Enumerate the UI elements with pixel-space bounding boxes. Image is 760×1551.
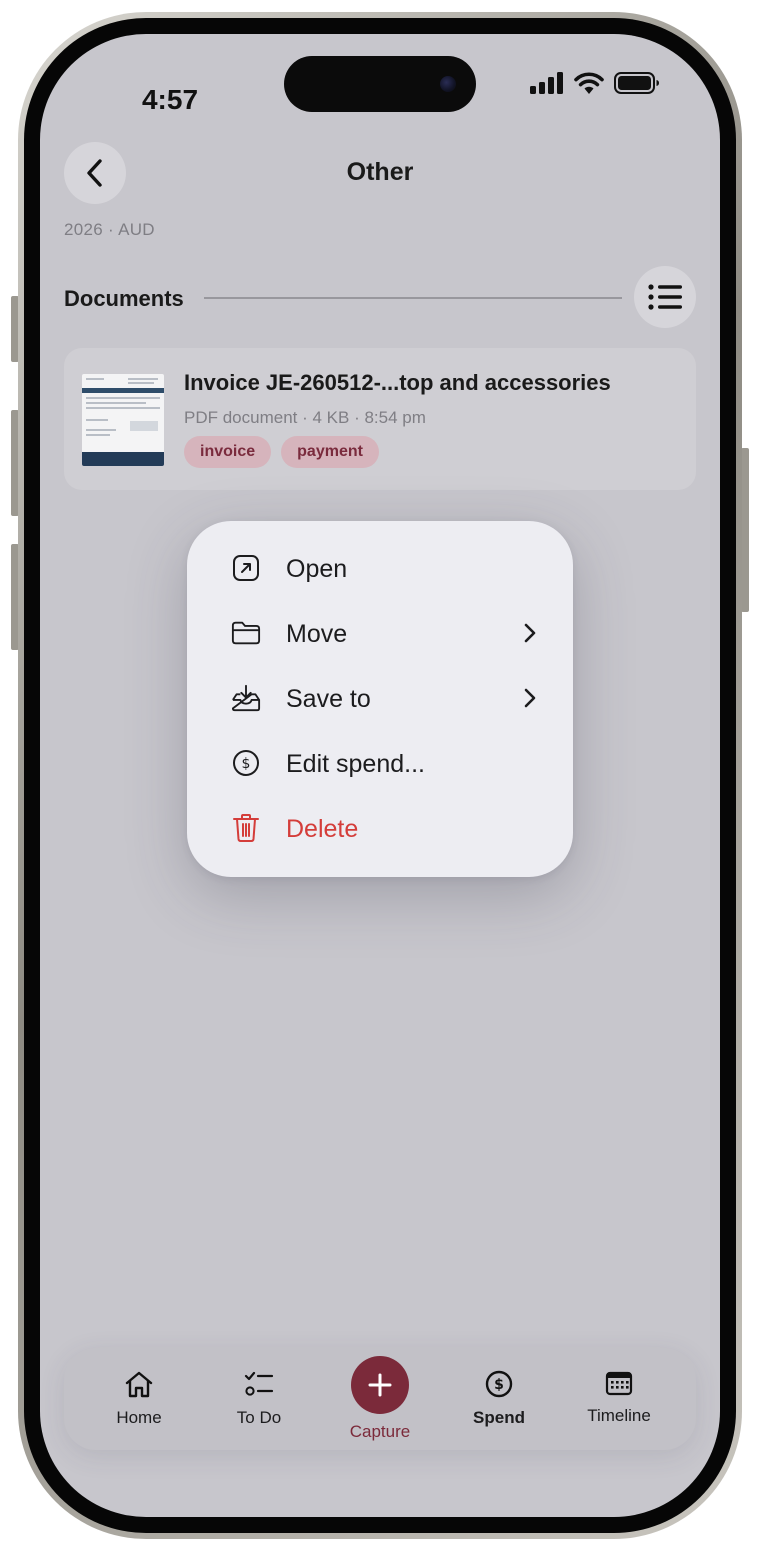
tab-label: Timeline bbox=[587, 1406, 651, 1425]
camera-icon bbox=[440, 76, 456, 92]
calendar-icon bbox=[605, 1371, 633, 1396]
document-tags: invoice payment bbox=[184, 436, 379, 468]
signal-icon bbox=[530, 72, 563, 94]
svg-text:$: $ bbox=[494, 1377, 504, 1393]
menu-item-label: Edit spend... bbox=[286, 750, 425, 778]
trash-icon bbox=[231, 813, 261, 843]
section-divider bbox=[204, 297, 622, 299]
menu-item-move[interactable]: Move bbox=[187, 602, 573, 664]
capture-label: Capture bbox=[349, 1422, 411, 1441]
home-indicator[interactable] bbox=[245, 1492, 515, 1498]
wifi-icon bbox=[574, 72, 604, 94]
tag-payment[interactable]: payment bbox=[281, 436, 379, 468]
tab-todo[interactable]: To Do bbox=[204, 1348, 314, 1450]
tab-label: To Do bbox=[236, 1408, 282, 1427]
menu-item-label: Save to bbox=[286, 685, 371, 713]
document-meta: PDF document · 4 KB · 8:54 pm bbox=[184, 408, 426, 427]
section-title: Documents bbox=[64, 286, 184, 311]
menu-item-save-to[interactable]: Save to bbox=[187, 667, 573, 729]
chevron-right-icon bbox=[523, 687, 537, 714]
menu-item-label: Open bbox=[286, 555, 348, 583]
tab-timeline[interactable]: Timeline bbox=[564, 1348, 674, 1450]
battery-icon bbox=[614, 72, 659, 94]
dollar-circle-icon: $ bbox=[231, 748, 261, 778]
tray-download-icon bbox=[231, 683, 261, 713]
tab-bar: Home To Do Capture $ Spend Timeline bbox=[64, 1348, 696, 1450]
power-button bbox=[741, 448, 749, 612]
document-card[interactable]: Invoice JE-260512-...top and accessories… bbox=[64, 348, 696, 490]
documents-section-header: Documents bbox=[64, 266, 696, 330]
tab-label: Spend bbox=[473, 1408, 525, 1427]
menu-item-delete[interactable]: Delete bbox=[187, 797, 573, 859]
context-menu: Open Move Save to $ Edit spend... Delete bbox=[187, 521, 573, 877]
folder-icon bbox=[231, 618, 261, 648]
list-view-button[interactable] bbox=[634, 266, 696, 328]
dollar-circle-icon: $ bbox=[485, 1370, 513, 1398]
page-title: Other bbox=[346, 158, 414, 186]
home-icon bbox=[125, 1371, 153, 1398]
list-icon bbox=[648, 284, 682, 310]
tag-invoice[interactable]: invoice bbox=[184, 436, 272, 468]
tab-label: Home bbox=[116, 1408, 162, 1427]
document-thumbnail bbox=[82, 374, 164, 466]
checklist-icon bbox=[244, 1371, 274, 1396]
tab-home[interactable]: Home bbox=[84, 1348, 194, 1450]
chevron-right-icon bbox=[523, 622, 537, 649]
menu-item-label: Move bbox=[286, 620, 348, 648]
menu-item-edit-spend[interactable]: $ Edit spend... bbox=[187, 732, 573, 794]
plus-icon bbox=[368, 1373, 392, 1397]
tab-spend[interactable]: $ Spend bbox=[444, 1348, 554, 1450]
menu-item-open[interactable]: Open bbox=[187, 537, 573, 599]
document-title: Invoice JE-260512-...top and accessories bbox=[184, 370, 611, 395]
page-subtitle: 2026 · AUD bbox=[64, 220, 155, 239]
screen: 4:57 Other 2026 · AUD Documents Invoice … bbox=[40, 34, 720, 1517]
status-time: 4:57 bbox=[141, 84, 199, 115]
dynamic-island bbox=[284, 56, 476, 112]
svg-text:$: $ bbox=[242, 756, 251, 772]
open-external-icon bbox=[231, 553, 261, 583]
menu-item-label: Delete bbox=[286, 815, 359, 843]
capture-button[interactable] bbox=[351, 1356, 409, 1414]
status-icons bbox=[530, 72, 660, 94]
